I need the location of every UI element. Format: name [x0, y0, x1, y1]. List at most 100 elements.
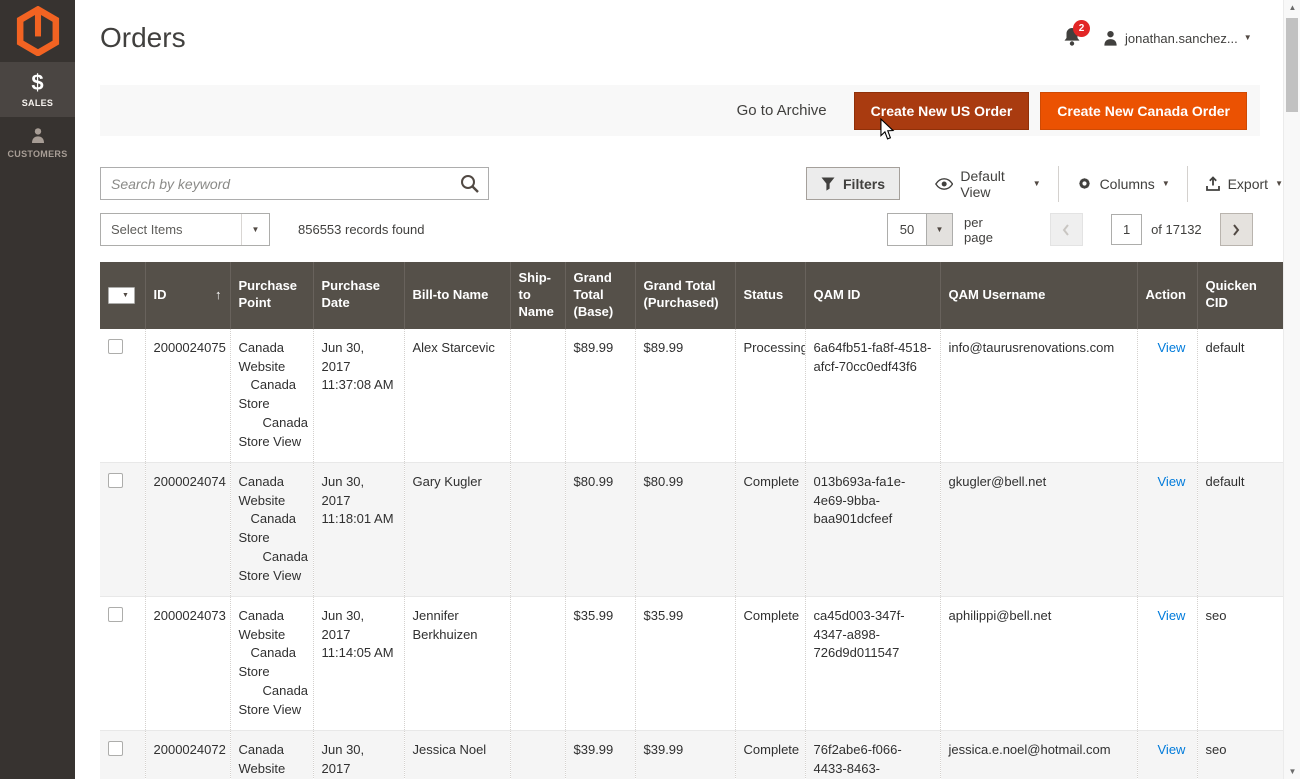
column-header-grand-total-purchased[interactable]: Grand Total (Purchased) — [635, 262, 735, 329]
column-header-grand-total-base[interactable]: Grand Total (Base) — [565, 262, 635, 329]
column-header-qam-id[interactable]: QAM ID — [805, 262, 940, 329]
orders-table-body: 2000024075Canada WebsiteCanada StoreCana… — [100, 329, 1283, 779]
qam-username-cell: gkugler@bell.net — [940, 462, 1137, 596]
scrollbar-up-icon[interactable]: ▲ — [1284, 0, 1300, 15]
column-header-bill-to-name[interactable]: Bill-to Name — [404, 262, 510, 329]
row-select-cell — [100, 329, 145, 463]
per-page-select[interactable]: 50 ▼ — [887, 213, 953, 246]
view-order-link[interactable]: View — [1146, 742, 1186, 757]
notifications-button[interactable]: 2 — [1062, 26, 1088, 50]
order-id-cell: 2000024074 — [145, 462, 230, 596]
order-id-cell: 2000024072 — [145, 730, 230, 779]
purchase-date-line: 11:14:05 AM — [322, 644, 396, 663]
sidebar-item-label: CUSTOMERS — [7, 149, 67, 159]
column-header-action[interactable]: Action — [1137, 262, 1197, 329]
view-order-link[interactable]: View — [1146, 340, 1186, 355]
sidebar-item-customers[interactable]: CUSTOMERS — [0, 117, 75, 168]
chevron-right-icon — [1231, 223, 1241, 237]
view-selector[interactable]: Default View ▼ — [918, 167, 1058, 200]
magento-logo-icon[interactable] — [0, 0, 75, 62]
next-page-button[interactable] — [1220, 213, 1253, 246]
sidebar-item-sales[interactable]: $ SALES — [0, 62, 75, 117]
sales-dollar-icon: $ — [31, 72, 43, 94]
purchase-date-cell: Jun 30, 201711:37:08 AM — [313, 329, 404, 463]
eye-icon — [935, 177, 953, 191]
view-order-link[interactable]: View — [1146, 608, 1186, 623]
keyword-search — [100, 167, 489, 200]
orders-table: ▼ ID ↑ Purchase Point Purchase Date Bill… — [100, 262, 1284, 779]
qam-username-cell: aphilippi@bell.net — [940, 596, 1137, 730]
bill-to-name-cell: Alex Starcevic — [404, 329, 510, 463]
row-checkbox[interactable] — [108, 607, 123, 622]
table-row: 2000024075Canada WebsiteCanada StoreCana… — [100, 329, 1283, 463]
filter-funnel-icon — [821, 177, 835, 191]
purchase-point-cell: Canada WebsiteCanada StoreCanada Store V… — [230, 462, 313, 596]
purchase-point-cell: Canada WebsiteCanada StoreCanada Store V… — [230, 596, 313, 730]
purchase-date-line: 11:37:08 AM — [322, 376, 396, 395]
records-found-label: 856553 records found — [298, 222, 424, 237]
purchase-date-line: Jun 30, 2017 — [322, 607, 396, 645]
column-header-status[interactable]: Status — [735, 262, 805, 329]
checkbox-icon — [109, 288, 122, 303]
gear-icon — [1076, 175, 1093, 192]
chevron-down-icon: ▼ — [241, 214, 269, 245]
qam-id-cell: 6a64fb51-fa8f-4518-afcf-70cc0edf43f6 — [805, 329, 940, 463]
select-all-header: ▼ — [100, 262, 145, 329]
previous-page-button[interactable] — [1050, 213, 1083, 246]
table-row: 2000024074Canada WebsiteCanada StoreCana… — [100, 462, 1283, 596]
column-header-purchase-date[interactable]: Purchase Date — [313, 262, 404, 329]
columns-control[interactable]: Columns ▼ — [1059, 167, 1187, 200]
purchase-point-line: Canada Store — [239, 376, 305, 414]
purchase-point-line: Canada Store View — [239, 682, 305, 720]
mass-action-label: Select Items — [101, 222, 241, 237]
qam-id-cell: 013b693a-fa1e-4e69-9bba-baa901dcfeef — [805, 462, 940, 596]
orders-page: $ SALES CUSTOMERS Orders 2 — [0, 0, 1300, 779]
purchase-date-line: Jun 30, 2017 — [322, 473, 396, 511]
purchase-date-line: Jun 30, 2017 — [322, 339, 396, 377]
admin-user-menu[interactable]: jonathan.sanchez... ▼ — [1102, 30, 1252, 47]
purchase-date-cell: Jun 30, 201711:18:01 AM — [313, 462, 404, 596]
chevron-down-icon: ▼ — [1275, 180, 1283, 188]
chevron-down-icon: ▼ — [122, 291, 134, 300]
purchase-point-cell: Canada WebsiteCanada StoreCanada Store V… — [230, 730, 313, 779]
search-input[interactable] — [100, 167, 489, 200]
action-cell: View — [1137, 462, 1197, 596]
status-cell: Complete — [735, 462, 805, 596]
row-checkbox[interactable] — [108, 339, 123, 354]
column-header-id[interactable]: ID ↑ — [145, 262, 230, 329]
purchase-date-line: 11:18:01 AM — [322, 510, 396, 529]
chevron-down-icon: ▼ — [1033, 180, 1041, 188]
ship-to-name-cell — [510, 462, 565, 596]
row-checkbox[interactable] — [108, 473, 123, 488]
user-icon — [1102, 30, 1119, 47]
qam-id-cell: ca45d003-347f-4347-a898-726d9d011547 — [805, 596, 940, 730]
column-header-purchase-point[interactable]: Purchase Point — [230, 262, 313, 329]
row-checkbox[interactable] — [108, 741, 123, 756]
column-header-ship-to-name[interactable]: Ship-to Name — [510, 262, 565, 329]
order-id-cell: 2000024073 — [145, 596, 230, 730]
view-selector-label: Default View — [960, 168, 1025, 200]
row-select-cell — [100, 596, 145, 730]
page-title: Orders — [100, 22, 186, 54]
grand-total-base-cell: $39.99 — [565, 730, 635, 779]
select-all-checkbox[interactable]: ▼ — [108, 287, 135, 304]
column-header-quicken-cid[interactable]: Quicken CID — [1197, 262, 1283, 329]
create-new-us-order-button[interactable]: Create New US Order — [854, 92, 1030, 130]
sidebar: $ SALES CUSTOMERS — [0, 0, 75, 779]
current-page-input[interactable] — [1111, 214, 1142, 245]
scrollbar-down-icon[interactable]: ▼ — [1284, 764, 1300, 779]
chevron-down-icon: ▼ — [1244, 34, 1252, 42]
sidebar-item-label: SALES — [22, 98, 54, 108]
scrollbar-thumb[interactable] — [1286, 18, 1298, 112]
page-actions-band: Go to Archive Create New US Order Create… — [100, 85, 1260, 136]
filters-button[interactable]: Filters — [806, 167, 900, 200]
vertical-scrollbar[interactable]: ▲ ▼ — [1283, 0, 1300, 779]
search-submit-button[interactable] — [459, 172, 483, 196]
mass-action-select[interactable]: Select Items ▼ — [100, 213, 270, 246]
column-header-qam-username[interactable]: QAM Username — [940, 262, 1137, 329]
export-icon — [1205, 176, 1221, 192]
go-to-archive-link[interactable]: Go to Archive — [737, 102, 827, 119]
view-order-link[interactable]: View — [1146, 474, 1186, 489]
grand-total-base-cell: $35.99 — [565, 596, 635, 730]
create-new-canada-order-button[interactable]: Create New Canada Order — [1040, 92, 1247, 130]
